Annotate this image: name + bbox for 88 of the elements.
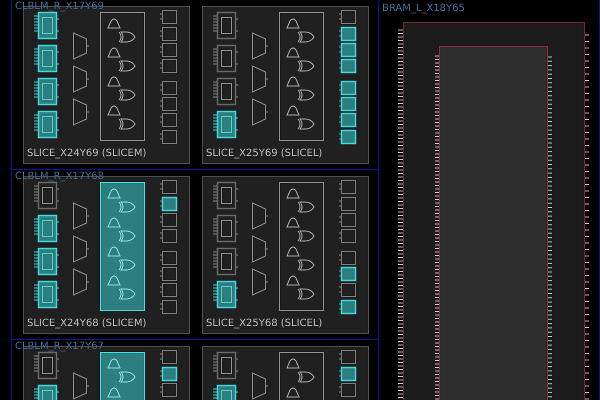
lut-block[interactable]: [34, 352, 60, 380]
flip-flop-block[interactable]: [160, 180, 177, 194]
multiplexer-icon: [252, 66, 268, 92]
flip-flop-block[interactable]: [338, 58, 356, 74]
slice-label: SLICE_X25Y68 (SLICEL): [206, 319, 324, 329]
multiplexer-icon: [73, 66, 90, 92]
multiplexer-icon: [252, 202, 268, 230]
flip-flop-block[interactable]: [338, 283, 356, 297]
flip-flop-block[interactable]: [160, 383, 177, 397]
logic-gates-drawing: [286, 358, 314, 400]
flip-flop-block[interactable]: [160, 283, 177, 297]
multiplexer-icon: [252, 268, 268, 296]
multiplexer-icon: [252, 32, 268, 60]
flip-flop-block[interactable]: [160, 59, 177, 73]
lut-block[interactable]: [212, 352, 238, 380]
multiplexer-icon: [73, 202, 90, 230]
lut-block[interactable]: [34, 280, 60, 308]
lut-block[interactable]: [34, 182, 60, 210]
multiplexer-icon: [73, 268, 90, 296]
flip-flop-block[interactable]: [160, 27, 177, 41]
multiplexer-icon: [252, 236, 268, 262]
flip-flop-block[interactable]: [338, 366, 356, 382]
lut-block[interactable]: [212, 12, 238, 40]
slice-block[interactable]: SLICE_X25Y68 (SLICEL): [202, 176, 369, 334]
lut-block[interactable]: [34, 384, 60, 400]
flip-flop-block[interactable]: [160, 81, 177, 95]
lut-block[interactable]: [212, 182, 238, 210]
flip-flop-block[interactable]: [338, 383, 356, 397]
flip-flop-block[interactable]: [338, 96, 356, 112]
flip-flop-block[interactable]: [338, 350, 356, 364]
lut-block[interactable]: [34, 214, 60, 242]
lut-block[interactable]: [34, 78, 60, 106]
lut-block[interactable]: [212, 248, 238, 276]
flip-flop-block[interactable]: [160, 196, 178, 212]
flip-flop-block[interactable]: [160, 267, 177, 281]
multiplexer-icon: [252, 98, 268, 126]
multiplexer-icon: [73, 98, 90, 126]
flip-flop-block[interactable]: [338, 42, 356, 58]
multiplexer-icon: [252, 372, 268, 400]
flip-flop-block[interactable]: [338, 229, 356, 243]
tile-title: CLBLM_R_X17Y67: [15, 342, 104, 352]
carry-block[interactable]: [100, 12, 145, 141]
flip-flop-block[interactable]: [338, 251, 356, 265]
carry-block[interactable]: [279, 352, 324, 400]
lut-block[interactable]: [212, 44, 238, 72]
flip-flop-block[interactable]: [160, 213, 177, 227]
flip-flop-block[interactable]: [338, 180, 356, 194]
slice-label: SLICE_X24Y68 (SLICEM): [27, 319, 148, 329]
flip-flop-block[interactable]: [160, 350, 177, 364]
flip-flop-block[interactable]: [160, 229, 177, 243]
multiplexer-icon: [73, 32, 90, 60]
lut-block[interactable]: [34, 12, 60, 40]
tile-title: BRAM_L_X18Y65: [382, 4, 465, 14]
flip-flop-block[interactable]: [160, 10, 177, 24]
flip-flop-block[interactable]: [338, 10, 356, 24]
slice-label: SLICE_X24Y69 (SLICEM): [27, 149, 148, 159]
flip-flop-block[interactable]: [338, 266, 356, 282]
flip-flop-block[interactable]: [160, 130, 177, 144]
multiplexer-icon: [73, 236, 90, 262]
lut-block[interactable]: [212, 280, 238, 308]
carry-block[interactable]: [100, 182, 145, 311]
flip-flop-block[interactable]: [160, 251, 177, 265]
flip-flop-block[interactable]: [338, 213, 356, 227]
slice-block[interactable]: SLICE_X25Y69 (SLICEL): [202, 6, 369, 164]
logic-gates-drawing: [108, 358, 136, 400]
carry-block[interactable]: [100, 352, 145, 400]
lut-block[interactable]: [212, 78, 238, 106]
lut-block[interactable]: [34, 248, 60, 276]
carry-block[interactable]: [279, 12, 324, 141]
flip-flop-block[interactable]: [160, 366, 178, 382]
flip-flop-block[interactable]: [160, 300, 177, 314]
lut-block[interactable]: [212, 384, 238, 400]
flip-flop-block[interactable]: [160, 97, 177, 111]
lut-block[interactable]: [34, 44, 60, 72]
flip-flop-block[interactable]: [338, 300, 356, 314]
lut-block[interactable]: [34, 110, 60, 138]
lut-block[interactable]: [212, 110, 238, 138]
lut-block[interactable]: [212, 214, 238, 242]
carry-block[interactable]: [279, 182, 324, 311]
flip-flop-block[interactable]: [338, 80, 356, 96]
flip-flop-block[interactable]: [338, 112, 356, 128]
flip-flop-block[interactable]: [338, 26, 356, 42]
multiplexer-icon: [73, 372, 90, 400]
flip-flop-block[interactable]: [160, 43, 177, 57]
flip-flop-block[interactable]: [338, 197, 356, 211]
flip-flop-block[interactable]: [338, 130, 356, 144]
flip-flop-block[interactable]: [160, 113, 177, 127]
slice-label: SLICE_X25Y69 (SLICEL): [206, 149, 324, 159]
